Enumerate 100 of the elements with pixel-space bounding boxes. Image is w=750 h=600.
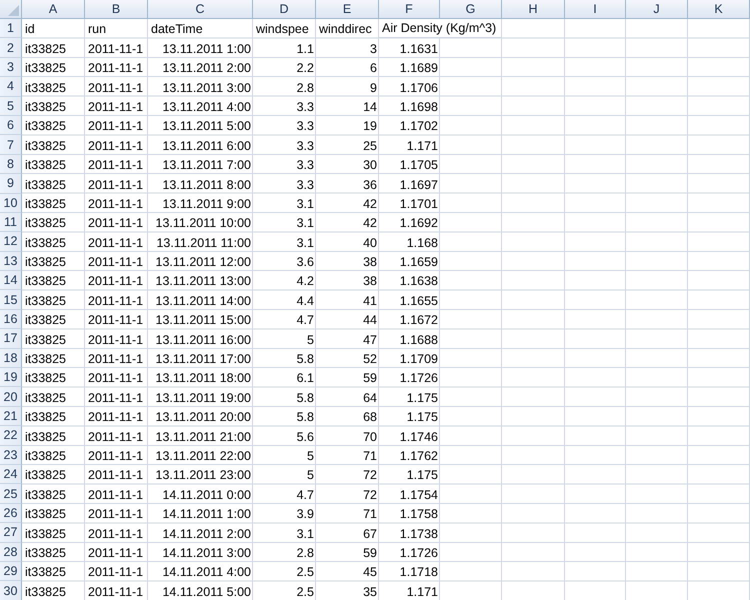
row-header[interactable]: 22 — [0, 426, 22, 446]
table-cell-text: 3.3 — [296, 176, 315, 194]
table-cell-text: 2011-11-1 — [87, 118, 144, 136]
table-cell-text: it33825 — [24, 292, 68, 310]
column-header[interactable]: A — [22, 0, 85, 19]
column-header[interactable]: E — [316, 0, 379, 19]
table-cell-text: 70 — [362, 428, 378, 446]
row-header[interactable]: 9 — [0, 174, 22, 194]
table-cell-text: it33825 — [24, 506, 68, 524]
table-cell-text: 13.11.2011 6:00 — [161, 138, 252, 155]
table-cell-text: 3.6 — [296, 254, 315, 272]
table-cell-text: 3.3 — [296, 157, 315, 174]
table-cell-text: 6.1 — [296, 370, 315, 388]
row-header[interactable]: 14 — [0, 271, 22, 290]
table-cell-text: 3 — [369, 40, 378, 58]
table-cell-text: 2011-11-1 — [87, 138, 144, 155]
row-header[interactable]: 13 — [0, 252, 22, 272]
column-header[interactable]: I — [565, 0, 626, 19]
table-cell-text: 59 — [362, 370, 378, 388]
table-cell-text: 2011-11-1 — [87, 370, 144, 388]
column-header[interactable]: K — [688, 0, 750, 19]
table-cell-text: 5.8 — [296, 409, 315, 426]
row-header[interactable]: 23 — [0, 446, 22, 465]
table-cell-text: it33825 — [24, 428, 68, 446]
table-cell-text: it33825 — [24, 526, 68, 543]
row-header[interactable]: 25 — [0, 484, 22, 504]
table-cell-text: 1.1738 — [398, 526, 439, 543]
table-cell-text: 5.6 — [296, 428, 315, 446]
table-cell-text: 2011-11-1 — [87, 544, 144, 562]
table-cell-text: 1.1697 — [398, 176, 439, 194]
table-cell-text: 2011-11-1 — [87, 486, 144, 504]
table-cell-text: dateTime — [150, 21, 204, 38]
column-header[interactable]: D — [253, 0, 316, 19]
table-cell-text: 71 — [362, 506, 378, 524]
table-cell-text: 2.2 — [296, 60, 315, 78]
table-cell-text: 4.7 — [296, 312, 315, 330]
table-cell-text: 2011-11-1 — [87, 254, 144, 272]
column-header[interactable]: B — [85, 0, 148, 19]
column-header[interactable]: J — [626, 0, 688, 19]
row-header[interactable]: 19 — [0, 368, 22, 388]
table-cell-text: 2011-11-1 — [87, 215, 144, 232]
row-header[interactable]: 5 — [0, 96, 22, 116]
table-cell-text: 14.11.2011 1:00 — [161, 506, 252, 524]
row-header[interactable]: 28 — [0, 542, 22, 562]
row-header[interactable]: 12 — [0, 232, 22, 252]
table-cell-text: it33825 — [24, 584, 68, 600]
row-header[interactable]: 20 — [0, 387, 22, 407]
select-all-button[interactable] — [0, 0, 22, 19]
row-header[interactable]: 16 — [0, 310, 22, 330]
row-header[interactable]: 15 — [0, 290, 22, 310]
table-cell-text: 2011-11-1 — [87, 157, 144, 174]
table-cell-text: it33825 — [24, 467, 68, 484]
table-cell-text: it33825 — [24, 312, 68, 330]
row-header[interactable]: 3 — [0, 58, 22, 78]
row-header[interactable]: 1 — [0, 19, 22, 38]
row-header[interactable]: 26 — [0, 504, 22, 524]
row-header[interactable]: 10 — [0, 194, 22, 213]
row-header[interactable]: 29 — [0, 562, 22, 582]
table-cell-text: 13.11.2011 20:00 — [154, 409, 252, 426]
table-cell-text: 14.11.2011 5:00 — [161, 584, 252, 600]
table-cell-text: 1.168 — [406, 234, 439, 252]
row-header[interactable]: 17 — [0, 329, 22, 349]
row-header[interactable]: 24 — [0, 464, 22, 484]
column-header[interactable]: C — [148, 0, 253, 19]
table-cell-text: it33825 — [24, 448, 68, 465]
row-header[interactable]: 6 — [0, 116, 22, 136]
row-header[interactable]: 30 — [0, 581, 22, 600]
row-header[interactable]: 11 — [0, 212, 22, 232]
column-header[interactable]: F — [379, 0, 440, 19]
table-cell-text: 25 — [362, 138, 378, 155]
table-cell-text: it33825 — [24, 80, 68, 97]
table-cell-text: 13.11.2011 10:00 — [154, 215, 252, 232]
table-cell-text: it33825 — [24, 370, 68, 388]
table-cell-text: it33825 — [24, 40, 68, 58]
table-cell-text: 13.11.2011 16:00 — [154, 332, 252, 349]
row-header[interactable]: 18 — [0, 348, 22, 368]
row-header[interactable]: 8 — [0, 154, 22, 174]
table-cell-text: 13.11.2011 3:00 — [161, 80, 252, 97]
table-cell-text: 2.8 — [296, 80, 315, 97]
row-header[interactable]: 21 — [0, 406, 22, 426]
table-cell-text: 1.1 — [296, 40, 315, 58]
table-cell-text: 1.175 — [406, 390, 439, 407]
table-cell-text: 67 — [362, 526, 378, 543]
table-cell-text: 59 — [362, 544, 378, 562]
table-cell-text: 1.1726 — [398, 370, 439, 388]
table-cell-text: 1.1659 — [398, 254, 439, 272]
triangle-icon — [8, 5, 19, 16]
table-cell-text: 35 — [362, 584, 378, 600]
table-cell-text: run — [87, 21, 108, 38]
table-cell-text: 42 — [362, 215, 378, 232]
column-header[interactable]: H — [502, 0, 565, 19]
table-cell-text: 2011-11-1 — [87, 98, 144, 116]
row-header[interactable]: 2 — [0, 38, 22, 58]
row-header[interactable]: 4 — [0, 77, 22, 97]
table-cell-text: it33825 — [24, 157, 68, 174]
row-header[interactable]: 27 — [0, 523, 22, 543]
row-header[interactable]: 7 — [0, 135, 22, 155]
table-cell-text: 13.11.2011 5:00 — [161, 118, 252, 136]
table-cell-text: 13.11.2011 15:00 — [154, 312, 252, 330]
column-header[interactable]: G — [440, 0, 502, 19]
